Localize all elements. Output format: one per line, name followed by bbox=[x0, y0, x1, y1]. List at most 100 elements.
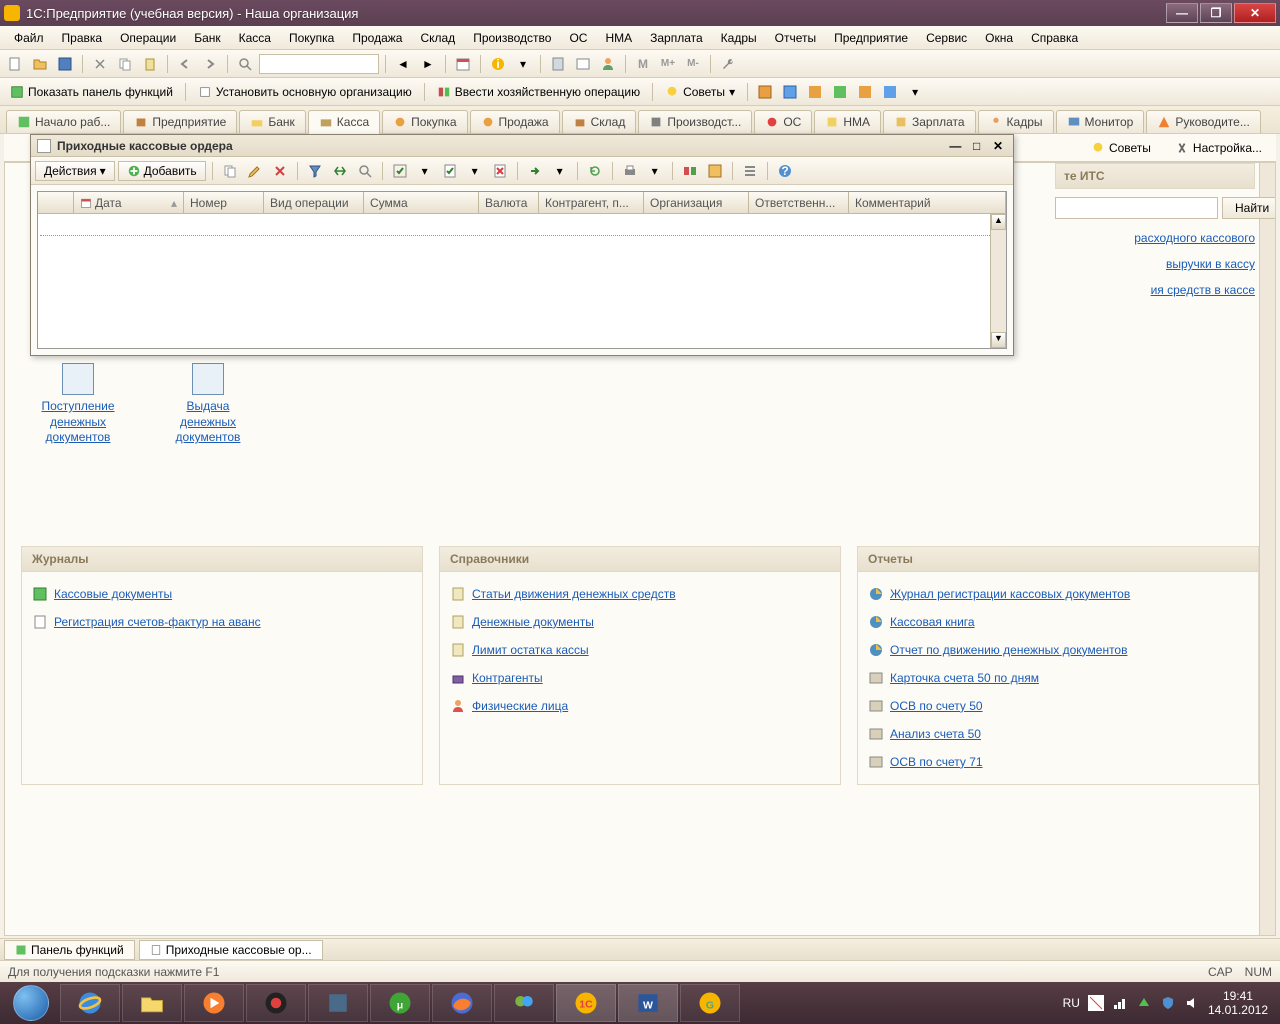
link-cash-docs[interactable]: Денежные документы bbox=[472, 615, 594, 629]
col-amount[interactable]: Сумма bbox=[364, 192, 479, 213]
tool-icon-1[interactable] bbox=[754, 81, 776, 103]
rp-link-1[interactable]: расходного кассового bbox=[1055, 231, 1255, 245]
copy-row-icon[interactable] bbox=[219, 160, 241, 182]
menu-personnel[interactable]: Кадры bbox=[713, 28, 765, 48]
start-button[interactable] bbox=[4, 983, 58, 1023]
tray-volume-icon[interactable] bbox=[1184, 995, 1200, 1011]
enter-op-button[interactable]: Ввести хозяйственную операцию bbox=[431, 83, 646, 101]
task-firefox[interactable] bbox=[432, 984, 492, 1022]
tray-up-icon[interactable] bbox=[1136, 995, 1152, 1011]
dialog-titlebar[interactable]: Приходные кассовые ордера — □ ✕ bbox=[31, 135, 1013, 157]
link-cash-limit[interactable]: Лимит остатка кассы bbox=[472, 643, 589, 657]
menu-production[interactable]: Производство bbox=[465, 28, 559, 48]
m-icon[interactable]: M bbox=[632, 53, 654, 75]
go-icon[interactable] bbox=[524, 160, 546, 182]
tray-flag-icon[interactable] bbox=[1088, 995, 1104, 1011]
tab-sale[interactable]: Продажа bbox=[470, 110, 560, 133]
find-row-icon[interactable] bbox=[354, 160, 376, 182]
link-invoice-reg[interactable]: Регистрация счетов-фактур на аванс bbox=[54, 615, 261, 629]
tab-cash-orders[interactable]: Приходные кассовые ор... bbox=[139, 940, 323, 960]
tab-kassa[interactable]: Касса bbox=[308, 110, 380, 134]
col-org[interactable]: Организация bbox=[644, 192, 749, 213]
col-currency[interactable]: Валюта bbox=[479, 192, 539, 213]
save-icon[interactable] bbox=[54, 53, 76, 75]
link-card-50[interactable]: Карточка счета 50 по дням bbox=[890, 671, 1039, 685]
find-button[interactable]: Найти bbox=[1222, 197, 1276, 219]
menu-service[interactable]: Сервис bbox=[918, 28, 975, 48]
grid-empty-row[interactable] bbox=[40, 216, 1004, 236]
advice-button[interactable]: Советы ▾ bbox=[659, 83, 741, 101]
menu-os[interactable]: ОС bbox=[561, 28, 595, 48]
help-icon[interactable]: i bbox=[487, 53, 509, 75]
dt-kt-icon[interactable] bbox=[679, 160, 701, 182]
col-date[interactable]: Дата▴ bbox=[74, 192, 184, 213]
tool-icon-4[interactable] bbox=[829, 81, 851, 103]
task-app3[interactable]: G bbox=[680, 984, 740, 1022]
dialog-help-icon[interactable]: ? bbox=[774, 160, 796, 182]
show-panel-button[interactable]: Показать панель функций bbox=[4, 83, 179, 101]
doc-incoming[interactable]: Поступление денежных документов bbox=[33, 363, 123, 446]
tab-monitor[interactable]: Монитор bbox=[1056, 110, 1145, 133]
doc-incoming-link[interactable]: Поступление денежных документов bbox=[33, 399, 123, 446]
dialog-minimize-button[interactable]: — bbox=[946, 139, 964, 153]
cut-icon[interactable] bbox=[89, 53, 111, 75]
menu-nma[interactable]: НМА bbox=[597, 28, 640, 48]
task-mediaplayer[interactable] bbox=[184, 984, 244, 1022]
filter-icon[interactable] bbox=[304, 160, 326, 182]
task-word[interactable]: W bbox=[618, 984, 678, 1022]
new-icon[interactable] bbox=[4, 53, 26, 75]
vertical-scrollbar[interactable] bbox=[1259, 163, 1275, 935]
refresh-icon[interactable] bbox=[584, 160, 606, 182]
minimize-button[interactable]: — bbox=[1166, 3, 1198, 23]
rp-link-2[interactable]: выручки в кассу bbox=[1055, 257, 1255, 271]
tab-personnel[interactable]: Кадры bbox=[978, 110, 1054, 133]
paste-icon[interactable] bbox=[139, 53, 161, 75]
tab-bank[interactable]: Банк bbox=[239, 110, 305, 133]
go-dropdown-icon[interactable]: ▾ bbox=[549, 160, 571, 182]
redo-icon[interactable] bbox=[199, 53, 221, 75]
cancel-post-icon[interactable] bbox=[489, 160, 511, 182]
open-icon[interactable] bbox=[29, 53, 51, 75]
its-search-input[interactable] bbox=[1055, 197, 1218, 219]
tab-warehouse[interactable]: Склад bbox=[562, 110, 637, 133]
clock[interactable]: 19:41 14.01.2012 bbox=[1208, 989, 1268, 1018]
add-button[interactable]: Добавить bbox=[118, 161, 206, 181]
doc-outgoing[interactable]: Выдача денежных документов bbox=[163, 363, 253, 446]
back-icon[interactable]: ◄ bbox=[392, 53, 414, 75]
dropdown-icon[interactable]: ▾ bbox=[512, 53, 534, 75]
advice-link[interactable]: Советы bbox=[1085, 139, 1157, 157]
menu-salary[interactable]: Зарплата bbox=[642, 28, 711, 48]
col-responsible[interactable]: Ответственн... bbox=[749, 192, 849, 213]
link-individuals[interactable]: Физические лица bbox=[472, 699, 568, 713]
period-icon[interactable] bbox=[329, 160, 351, 182]
menu-bank[interactable]: Банк bbox=[186, 28, 228, 48]
select-icon[interactable] bbox=[389, 160, 411, 182]
m-plus-icon[interactable]: M+ bbox=[657, 53, 679, 75]
wrench-icon[interactable] bbox=[717, 53, 739, 75]
menu-sale[interactable]: Продажа bbox=[344, 28, 410, 48]
copy-icon[interactable] bbox=[114, 53, 136, 75]
hierarchy-icon[interactable]: ▾ bbox=[414, 160, 436, 182]
tab-nma[interactable]: НМА bbox=[814, 110, 881, 133]
rp-link-3[interactable]: ия средств в кассе bbox=[1055, 283, 1255, 297]
calendar-icon[interactable] bbox=[452, 53, 474, 75]
tab-purchase[interactable]: Покупка bbox=[382, 110, 467, 133]
menu-windows[interactable]: Окна bbox=[977, 28, 1021, 48]
doc-outgoing-link[interactable]: Выдача денежных документов bbox=[163, 399, 253, 446]
task-explorer[interactable] bbox=[122, 984, 182, 1022]
tab-salary[interactable]: Зарплата bbox=[883, 110, 976, 133]
tray-shield-icon[interactable] bbox=[1160, 995, 1176, 1011]
menu-edit[interactable]: Правка bbox=[54, 28, 111, 48]
people-icon[interactable] bbox=[597, 53, 619, 75]
set-org-button[interactable]: Установить основную организацию bbox=[192, 83, 418, 101]
col-op-type[interactable]: Вид операции bbox=[264, 192, 364, 213]
task-utorrent[interactable]: μ bbox=[370, 984, 430, 1022]
dialog-maximize-button[interactable]: □ bbox=[968, 139, 986, 153]
link-kassa-docs[interactable]: Кассовые документы bbox=[54, 587, 172, 601]
tool-icon-3[interactable] bbox=[804, 81, 826, 103]
edit-row-icon[interactable] bbox=[244, 160, 266, 182]
link-osv-71[interactable]: ОСВ по счету 71 bbox=[890, 755, 983, 769]
tab-panel-functions[interactable]: Панель функций bbox=[4, 940, 135, 960]
task-ie[interactable] bbox=[60, 984, 120, 1022]
structure-icon[interactable] bbox=[704, 160, 726, 182]
